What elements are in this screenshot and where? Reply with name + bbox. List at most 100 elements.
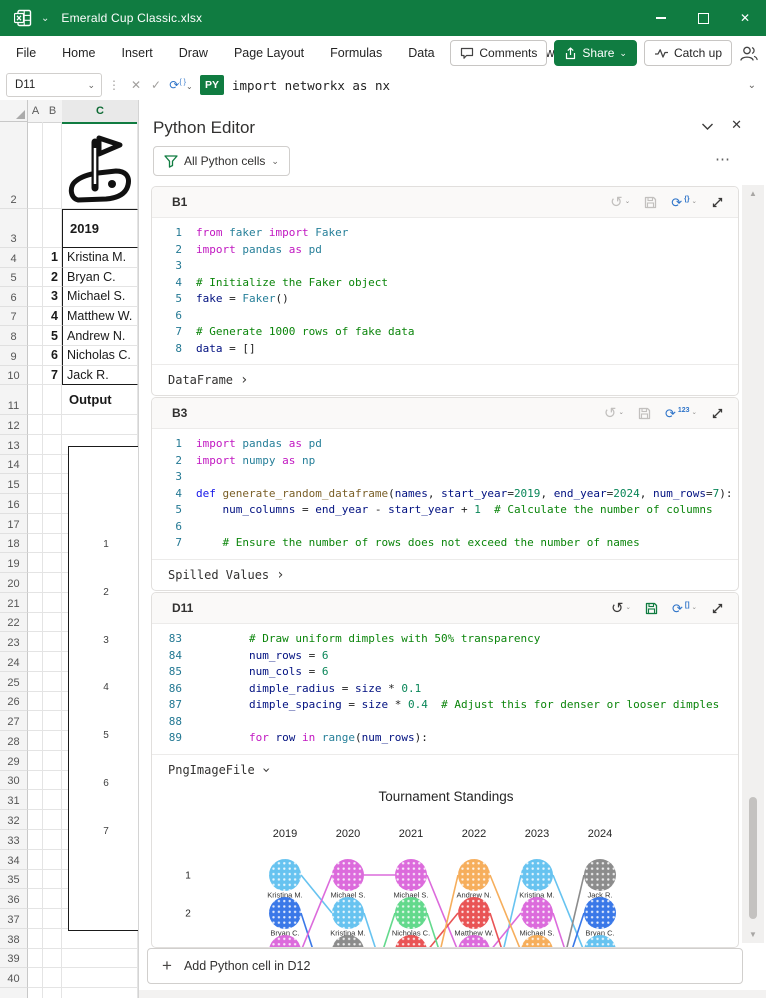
- code-editor-D11[interactable]: 83 # Draw uniform dimples with 50% trans…: [152, 624, 738, 754]
- comments-button[interactable]: Comments: [450, 40, 547, 66]
- row-header-27[interactable]: 27: [0, 711, 28, 731]
- cell-A38[interactable]: [28, 929, 43, 949]
- cell-A18[interactable]: [28, 534, 43, 554]
- insert-python-icon[interactable]: ⟳{ }⌄: [166, 78, 196, 92]
- panel-close-icon[interactable]: ✕: [731, 117, 742, 133]
- cell-A16[interactable]: [28, 494, 43, 514]
- row-header-36[interactable]: 36: [0, 889, 28, 909]
- minimize-button[interactable]: [640, 0, 682, 36]
- output-toggle-D11[interactable]: PngImageFile›: [152, 754, 738, 785]
- row-header-39[interactable]: 39: [0, 949, 28, 969]
- cell-B38[interactable]: [43, 929, 62, 949]
- select-all-corner[interactable]: [0, 100, 28, 122]
- cell-B35[interactable]: [43, 870, 62, 890]
- python-cell-card-D11[interactable]: D11↺⌄⟳[]⌄83 # Draw uniform dimples with …: [151, 592, 739, 948]
- cell-A22[interactable]: [28, 613, 43, 633]
- cell-A3[interactable]: [28, 209, 43, 248]
- cell-B26[interactable]: [43, 692, 62, 712]
- row-header-9[interactable]: 9: [0, 346, 28, 366]
- cell-B22[interactable]: [43, 613, 62, 633]
- output-toggle-B3[interactable]: Spilled Values›: [152, 559, 738, 590]
- cell-B2[interactable]: [43, 122, 62, 209]
- row-header-28[interactable]: 28: [0, 731, 28, 751]
- row-header-10[interactable]: 10: [0, 366, 28, 386]
- ribbon-tab-draw[interactable]: Draw: [179, 46, 208, 60]
- cell-B28[interactable]: [43, 731, 62, 751]
- save-icon[interactable]: [638, 407, 651, 420]
- quick-access-chevron-icon[interactable]: ⌄: [41, 13, 49, 24]
- undo-icon[interactable]: ↺⌄: [610, 195, 630, 210]
- ribbon-tab-file[interactable]: File: [16, 46, 36, 60]
- panel-scrollbar[interactable]: ▲ ▼: [742, 185, 764, 943]
- row-header-40[interactable]: 40: [0, 968, 28, 988]
- cell-B30[interactable]: [43, 771, 62, 791]
- cancel-entry-icon[interactable]: ✕: [126, 78, 146, 92]
- player-name-cell-6[interactable]: Michael S.: [62, 287, 138, 307]
- row-header-25[interactable]: 25: [0, 672, 28, 692]
- run-cell-icon[interactable]: ⟳123⌄: [665, 407, 697, 420]
- cell-A36[interactable]: [28, 889, 43, 909]
- row-header-31[interactable]: 31: [0, 790, 28, 810]
- ribbon-tab-formulas[interactable]: Formulas: [330, 46, 382, 60]
- cell-B29[interactable]: [43, 751, 62, 771]
- cell-B20[interactable]: [43, 573, 62, 593]
- player-name-cell-10[interactable]: Jack R.: [62, 366, 138, 386]
- cell-A35[interactable]: [28, 870, 43, 890]
- row-header-17[interactable]: 17: [0, 514, 28, 534]
- more-options-button[interactable]: ⋯: [715, 150, 732, 168]
- scroll-down-icon[interactable]: ▼: [742, 930, 764, 939]
- column-header-A[interactable]: A: [28, 100, 44, 123]
- cell-B33[interactable]: [43, 830, 62, 850]
- player-name-cell-7[interactable]: Matthew W.: [62, 307, 138, 327]
- cell-A25[interactable]: [28, 672, 43, 692]
- cell-A27[interactable]: [28, 711, 43, 731]
- player-name-cell-8[interactable]: Andrew N.: [62, 326, 138, 346]
- cell-B11[interactable]: [43, 385, 62, 415]
- cell-B17[interactable]: [43, 514, 62, 534]
- row-header-15[interactable]: 15: [0, 474, 28, 494]
- cell-A2[interactable]: [28, 122, 43, 209]
- cell-C40[interactable]: [62, 968, 138, 988]
- rank-cell-4[interactable]: 1: [43, 248, 62, 268]
- formula-input[interactable]: import networkx as nx: [232, 78, 390, 93]
- row-header-5[interactable]: 5: [0, 268, 28, 288]
- column-header-B[interactable]: B: [43, 100, 63, 123]
- cell-B21[interactable]: [43, 593, 62, 613]
- rank-cell-10[interactable]: 7: [43, 366, 62, 386]
- row-header-18[interactable]: 18: [0, 534, 28, 554]
- cell-A11[interactable]: [28, 385, 43, 415]
- cell-B37[interactable]: [43, 909, 62, 929]
- cell-A14[interactable]: [28, 455, 43, 475]
- cell-A39[interactable]: [28, 949, 43, 969]
- row-header-32[interactable]: 32: [0, 810, 28, 830]
- row-header-33[interactable]: 33: [0, 830, 28, 850]
- python-cells-filter[interactable]: All Python cells ⌄: [153, 146, 290, 176]
- save-icon[interactable]: [645, 602, 658, 615]
- row-header-12[interactable]: 12: [0, 415, 28, 435]
- row-header-8[interactable]: 8: [0, 326, 28, 346]
- excel-app-icon[interactable]: [14, 9, 32, 27]
- python-cell-card-B1[interactable]: B1↺⌄⟳{}⌄1from faker import Faker2import …: [151, 186, 739, 396]
- catch-up-button[interactable]: Catch up: [644, 40, 732, 66]
- row-header-21[interactable]: 21: [0, 593, 28, 613]
- year-header-cell[interactable]: 2019: [62, 209, 138, 248]
- cell-A30[interactable]: [28, 771, 43, 791]
- cell-B16[interactable]: [43, 494, 62, 514]
- row-header-13[interactable]: 13: [0, 435, 28, 455]
- spreadsheet-grid[interactable]: ABC23201941Kristina M.52Bryan C.63Michae…: [0, 100, 139, 998]
- row-header-26[interactable]: 26: [0, 692, 28, 712]
- cell-A37[interactable]: [28, 909, 43, 929]
- cell-C41[interactable]: [62, 988, 138, 998]
- scrollbar-thumb[interactable]: [749, 797, 757, 919]
- row-header-38[interactable]: 38: [0, 929, 28, 949]
- cell-B15[interactable]: [43, 474, 62, 494]
- cell-B25[interactable]: [43, 672, 62, 692]
- row-header-2[interactable]: 2: [0, 122, 28, 209]
- row-header-41[interactable]: [0, 988, 28, 998]
- cell-B3[interactable]: [43, 209, 62, 248]
- embedded-figure-image[interactable]: 1234567: [68, 446, 139, 931]
- row-header-37[interactable]: 37: [0, 909, 28, 929]
- row-header-3[interactable]: 3: [0, 209, 28, 248]
- cell-A6[interactable]: [28, 287, 43, 307]
- row-header-30[interactable]: 30: [0, 771, 28, 791]
